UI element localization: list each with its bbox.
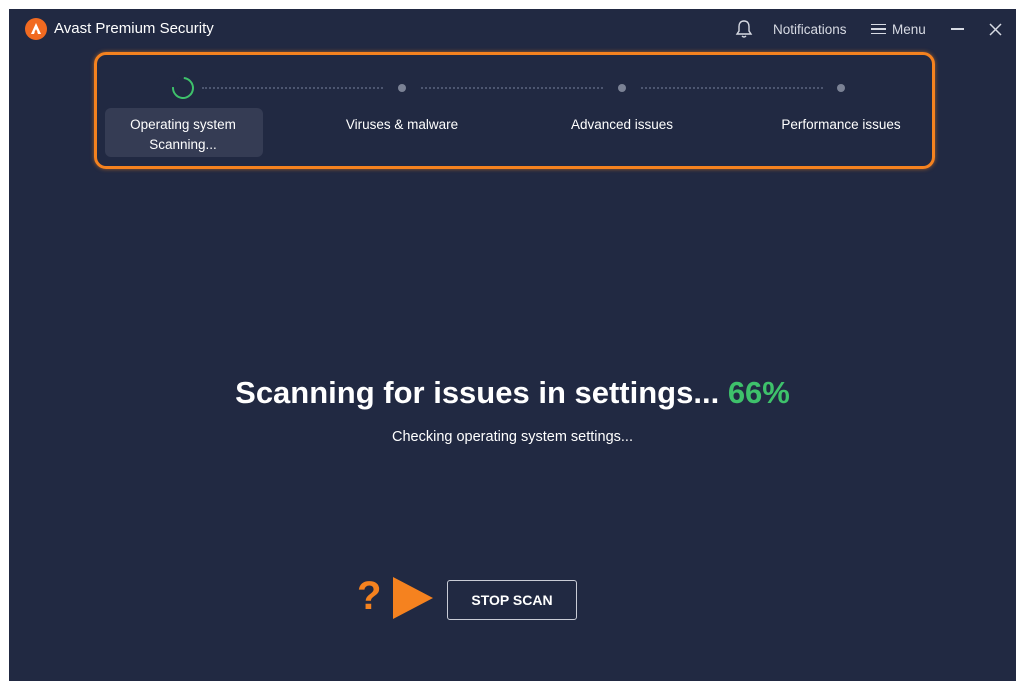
- avast-logo-icon: [25, 18, 47, 40]
- hamburger-icon: [871, 21, 886, 38]
- step-connector: [202, 87, 383, 89]
- step-connector: [641, 87, 823, 89]
- step-advanced-issues: Advanced issues: [570, 117, 674, 132]
- menu-button[interactable]: Menu: [871, 9, 926, 49]
- step-label: Operating system: [130, 117, 236, 132]
- close-icon[interactable]: [987, 9, 1003, 49]
- step-dot: [618, 84, 626, 92]
- step-dot: [837, 84, 845, 92]
- step-performance-issues: Performance issues: [781, 117, 901, 132]
- question-annotation: ?: [357, 574, 382, 618]
- bell-icon[interactable]: [733, 9, 755, 49]
- stop-scan-button[interactable]: STOP SCAN: [447, 580, 577, 620]
- app-title: Avast Premium Security: [54, 20, 214, 37]
- scan-percent: 66%: [727, 375, 790, 410]
- notifications-button[interactable]: Notifications: [773, 9, 847, 49]
- step-viruses-malware: Viruses & malware: [345, 117, 459, 132]
- menu-label: Menu: [892, 21, 926, 37]
- avast-window: Avast Premium Security Notifications Men…: [9, 9, 1016, 681]
- minimize-icon[interactable]: [949, 9, 965, 49]
- title-bar: Avast Premium Security Notifications Men…: [9, 9, 1016, 49]
- step-operating-system: Operating system Scanning...: [83, 115, 283, 155]
- scan-detail: Checking operating system settings...: [392, 429, 633, 445]
- scan-headline-text: Scanning for issues in settings...: [235, 375, 720, 410]
- scan-headline: Scanning for issues in settings... 66%: [9, 375, 1016, 411]
- step-connector: [421, 87, 603, 89]
- step-status: Scanning...: [149, 137, 217, 152]
- arrow-annotation-icon: [393, 577, 433, 619]
- step-dot: [398, 84, 406, 92]
